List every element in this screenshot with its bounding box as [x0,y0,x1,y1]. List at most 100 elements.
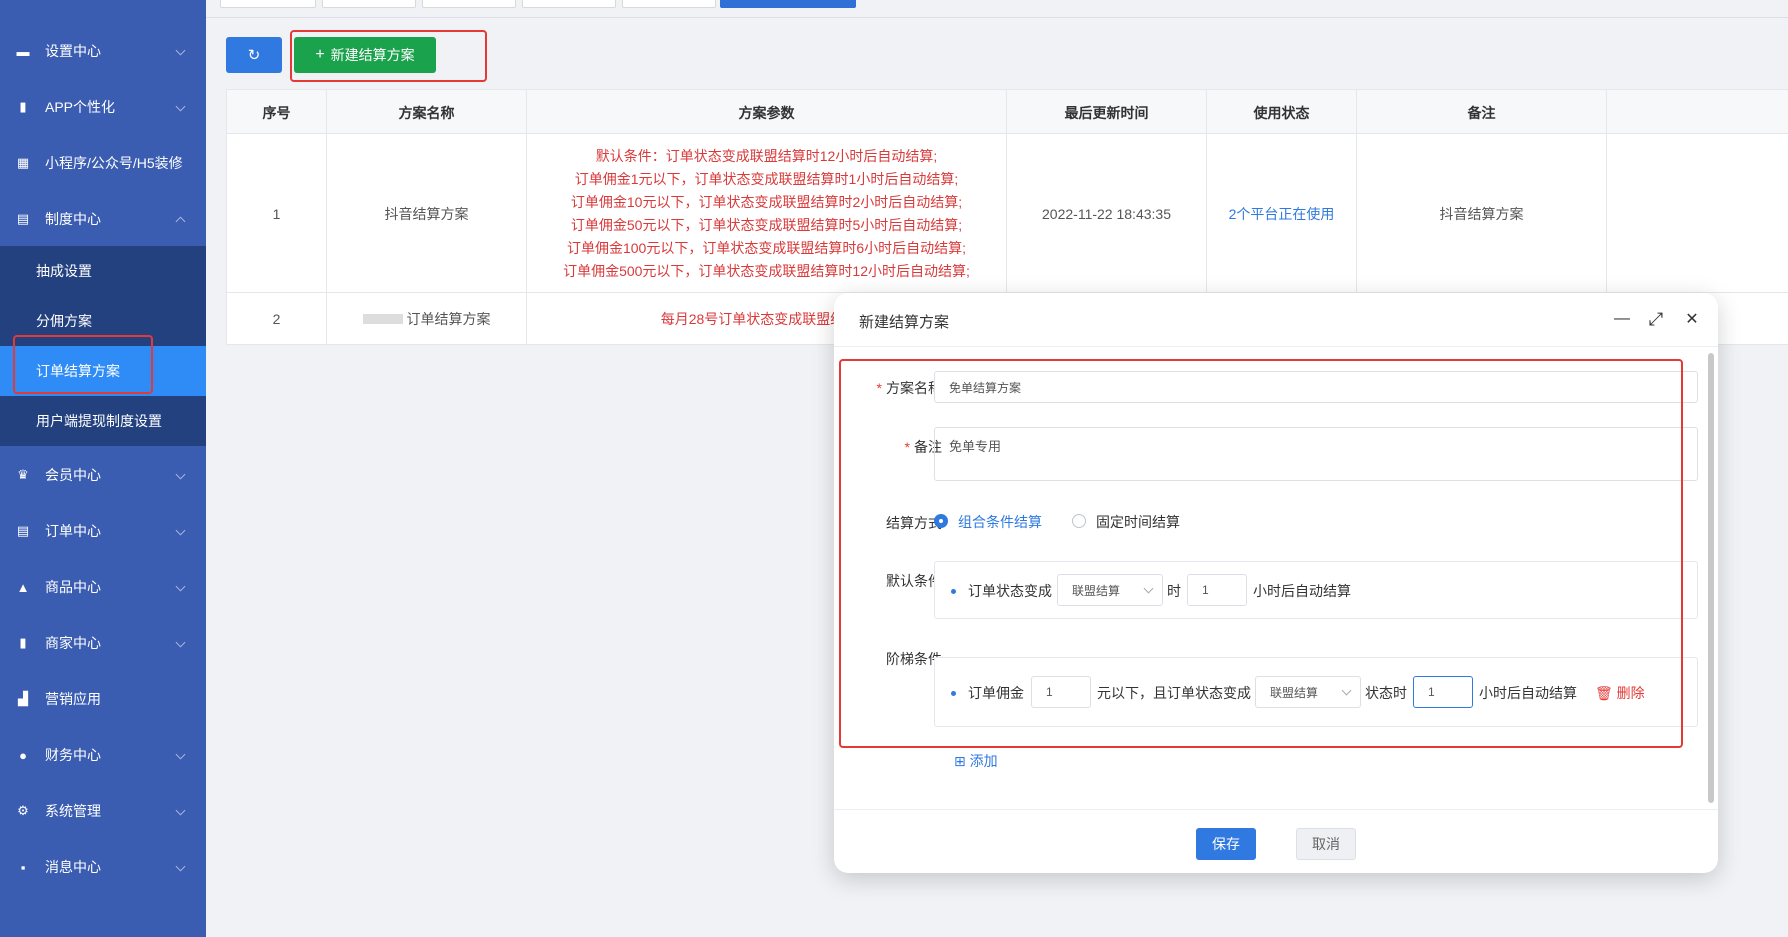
sidebar: ▬ 设置中心 ▮ APP个性化 ▦ 小程序/公众号/H5装修 ▤ 制度中心 抽成… [0,0,206,937]
gear-icon: ⚙ [17,803,29,818]
sidebar-item-label: 系统管理 [45,803,101,819]
sidebar-item-label: 营销应用 [45,691,101,707]
cancel-button[interactable]: 取消 [1296,828,1356,860]
sidebar-item-merchant[interactable]: ▮ 商家中心 [0,615,206,671]
sidebar-item-label: 财务中心 [45,747,101,763]
column-header: 备注 [1357,90,1607,135]
param-line: 订单佣金1元以下，订单状态变成联盟结算时1小时后自动结算; [574,170,959,187]
row-index: 1 [227,134,327,293]
chevron-down-icon [175,45,186,56]
redacted-text [362,314,403,324]
column-header: 序号 [227,90,327,135]
sidebar-item-system[interactable]: ⚙ 系统管理 [0,783,206,839]
chevron-down-icon [175,469,186,480]
row-index: 2 [227,293,327,345]
dialog-footer: 保存 取消 [834,809,1718,873]
chevron-down-icon [175,861,186,872]
param-line: 订单佣金10元以下，订单状态变成联盟结算时2小时后自动结算; [570,193,963,210]
chevron-down-icon [175,805,186,816]
chart-icon: ▟ [18,691,28,706]
sidebar-item-label: 设置中心 [45,43,101,59]
submenu-item-label: 分佣方案 [36,313,92,329]
row-remark: 抖音结算方案 [1357,134,1607,293]
sidebar-item-label: APP个性化 [45,99,116,115]
table-row: 1 抖音结算方案 默认条件：订单状态变成联盟结算时12小时后自动结算; 订单佣金… [227,134,1788,293]
sidebar-item-rules[interactable]: ▤ 制度中心 [0,191,206,247]
row-params: 默认条件：订单状态变成联盟结算时12小时后自动结算; 订单佣金1元以下，订单状态… [527,134,1007,293]
close-icon[interactable]: ✕ [1682,309,1702,329]
sidebar-item-settings[interactable]: ▬ 设置中心 [0,23,206,79]
refresh-icon: ↻ [247,47,261,64]
sidebar-item-label: 制度中心 [45,211,101,227]
sidebar-item-label: 商家中心 [45,635,101,651]
sidebar-item-label: 小程序/公众号/H5装修 [45,155,183,171]
grid-icon: ▦ [16,155,30,170]
param-line: 订单佣金100元以下，订单状态变成联盟结算时6小时后自动结算; [566,239,967,256]
sidebar-item-message[interactable]: ▪ 消息中心 [0,839,206,895]
param-line: 订单佣金500元以下，订单状态变成联盟结算时12小时后自动结算; [563,262,970,279]
row-name-cell: 订单结算方案 [327,293,527,345]
row-name: 抖音结算方案 [327,134,527,293]
save-button[interactable]: 保存 [1196,828,1256,860]
submenu-item-label: 用户端提现制度设置 [36,413,162,429]
tab[interactable] [622,0,716,8]
param-line: 订单佣金50元以下，订单状态变成联盟结算时5小时后自动结算; [570,216,963,233]
sidebar-item-finance[interactable]: ● 财务中心 [0,727,206,783]
add-file-icon: ⊞ [954,753,966,769]
scrollbar[interactable] [1708,353,1714,803]
highlight-box [839,359,1683,748]
chevron-up-icon [175,216,186,227]
chevron-down-icon [175,525,186,536]
sidebar-item-goods[interactable]: ▲ 商品中心 [0,559,206,615]
sidebar-item-marketing[interactable]: ▟ 营销应用 [0,671,206,727]
highlight-box [290,30,487,82]
column-header: 方案参数 [527,90,1007,135]
fullscreen-icon[interactable]: ⤢ [1646,309,1666,329]
folder-icon: ▬ [16,43,30,59]
minimize-icon[interactable]: — [1612,309,1632,329]
sidebar-item-member[interactable]: ♛ 会员中心 [0,447,206,503]
sidebar-item-label: 商品中心 [45,579,101,595]
tab[interactable] [422,0,516,8]
tab-bar [206,0,1788,18]
rules-icon: ▤ [16,211,30,226]
sidebar-item-label: 会员中心 [45,467,101,483]
tab[interactable] [220,0,316,8]
sidebar-item-app[interactable]: ▮ APP个性化 [0,79,206,135]
row-status-link[interactable]: 2个平台正在使用 [1207,134,1357,293]
add-condition-button[interactable]: ⊞ 添加 [954,751,998,771]
refresh-button[interactable]: ↻ [226,37,282,73]
message-icon: ▪ [20,859,26,875]
sidebar-item-miniprogram[interactable]: ▦ 小程序/公众号/H5装修 [0,135,206,191]
submenu-item-commission[interactable]: 抽成设置 [0,246,206,296]
highlight-box [13,335,153,394]
money-icon: ● [19,747,27,763]
tab-active[interactable] [720,0,856,8]
sidebar-item-label: 消息中心 [45,859,101,875]
chevron-down-icon [175,637,186,648]
row-updated: 2022-11-22 18:43:35 [1007,134,1207,293]
order-icon: ▤ [16,523,30,538]
table-header: 序号 方案名称 方案参数 最后更新时间 使用状态 备注 [227,89,1788,135]
chevron-down-icon [175,581,186,592]
row-name: 订单结算方案 [406,311,491,327]
submenu-item-withdraw[interactable]: 用户端提现制度设置 [0,396,206,446]
column-header: 使用状态 [1207,90,1357,135]
phone-icon: ▮ [19,99,27,114]
column-header: 最后更新时间 [1007,90,1207,135]
submenu-item-label: 抽成设置 [36,263,92,279]
tab[interactable] [522,0,616,8]
dialog-header: 新建结算方案 — ⤢ ✕ [834,293,1718,347]
chevron-down-icon [175,749,186,760]
chevron-down-icon [175,101,186,112]
bag-icon: ▲ [16,579,30,595]
sidebar-item-label: 订单中心 [45,523,101,539]
phone-icon: ▮ [19,635,27,650]
tab[interactable] [322,0,416,8]
param-line: 默认条件：订单状态变成联盟结算时12小时后自动结算; [595,147,938,164]
column-header: 方案名称 [327,90,527,135]
crown-icon: ♛ [17,467,29,482]
new-settlement-dialog: 新建结算方案 — ⤢ ✕ * 方案名称 免单结算方案 * 备注 免单专用 结算方式 … [834,293,1718,873]
sidebar-item-order[interactable]: ▤ 订单中心 [0,503,206,559]
add-label: 添加 [969,753,998,769]
